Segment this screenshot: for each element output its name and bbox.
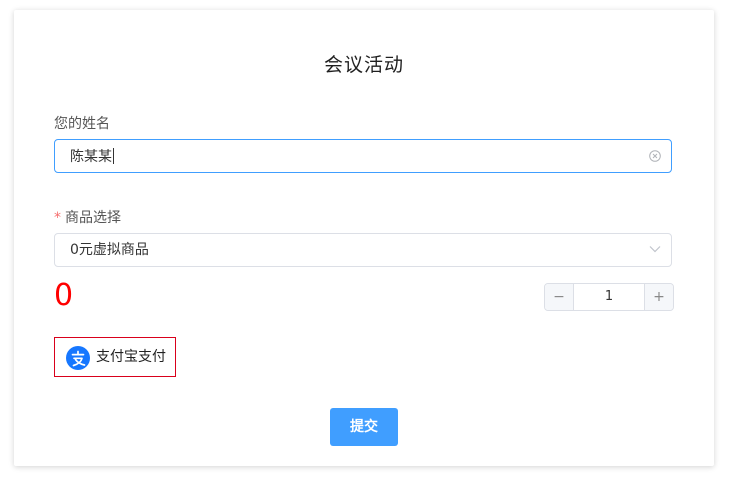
price-display: 0 <box>54 278 74 313</box>
name-input[interactable]: 陈某某 <box>54 139 672 173</box>
product-label-text: 商品选择 <box>65 210 121 226</box>
product-select-value: 0元虚拟商品 <box>70 242 149 258</box>
page-title: 会议活动 <box>323 54 404 76</box>
product-label: * 商品选择 <box>54 207 121 227</box>
alipay-logo-icon <box>66 346 90 370</box>
alipay-payment-option[interactable]: 支付宝支付 <box>54 337 176 377</box>
name-input-value: 陈某某 <box>70 148 114 165</box>
required-mark: * <box>54 210 61 226</box>
decrease-button[interactable]: − <box>545 284 574 310</box>
circle-close-icon[interactable] <box>649 150 661 162</box>
form-card: 会议活动 您的姓名 陈某某 * 商品选择 0元虚拟商品 0 − 1 + 支付宝支付… <box>14 10 714 466</box>
name-label: 您的姓名 <box>54 116 110 132</box>
submit-button[interactable]: 提交 <box>330 408 398 446</box>
payment-method-label: 支付宝支付 <box>96 349 166 365</box>
quantity-input[interactable]: 1 <box>574 284 644 310</box>
increase-button[interactable]: + <box>644 284 673 310</box>
chevron-down-icon <box>649 246 661 253</box>
product-select[interactable]: 0元虚拟商品 <box>54 233 672 267</box>
quantity-stepper: − 1 + <box>544 283 674 311</box>
text-cursor <box>113 148 114 164</box>
